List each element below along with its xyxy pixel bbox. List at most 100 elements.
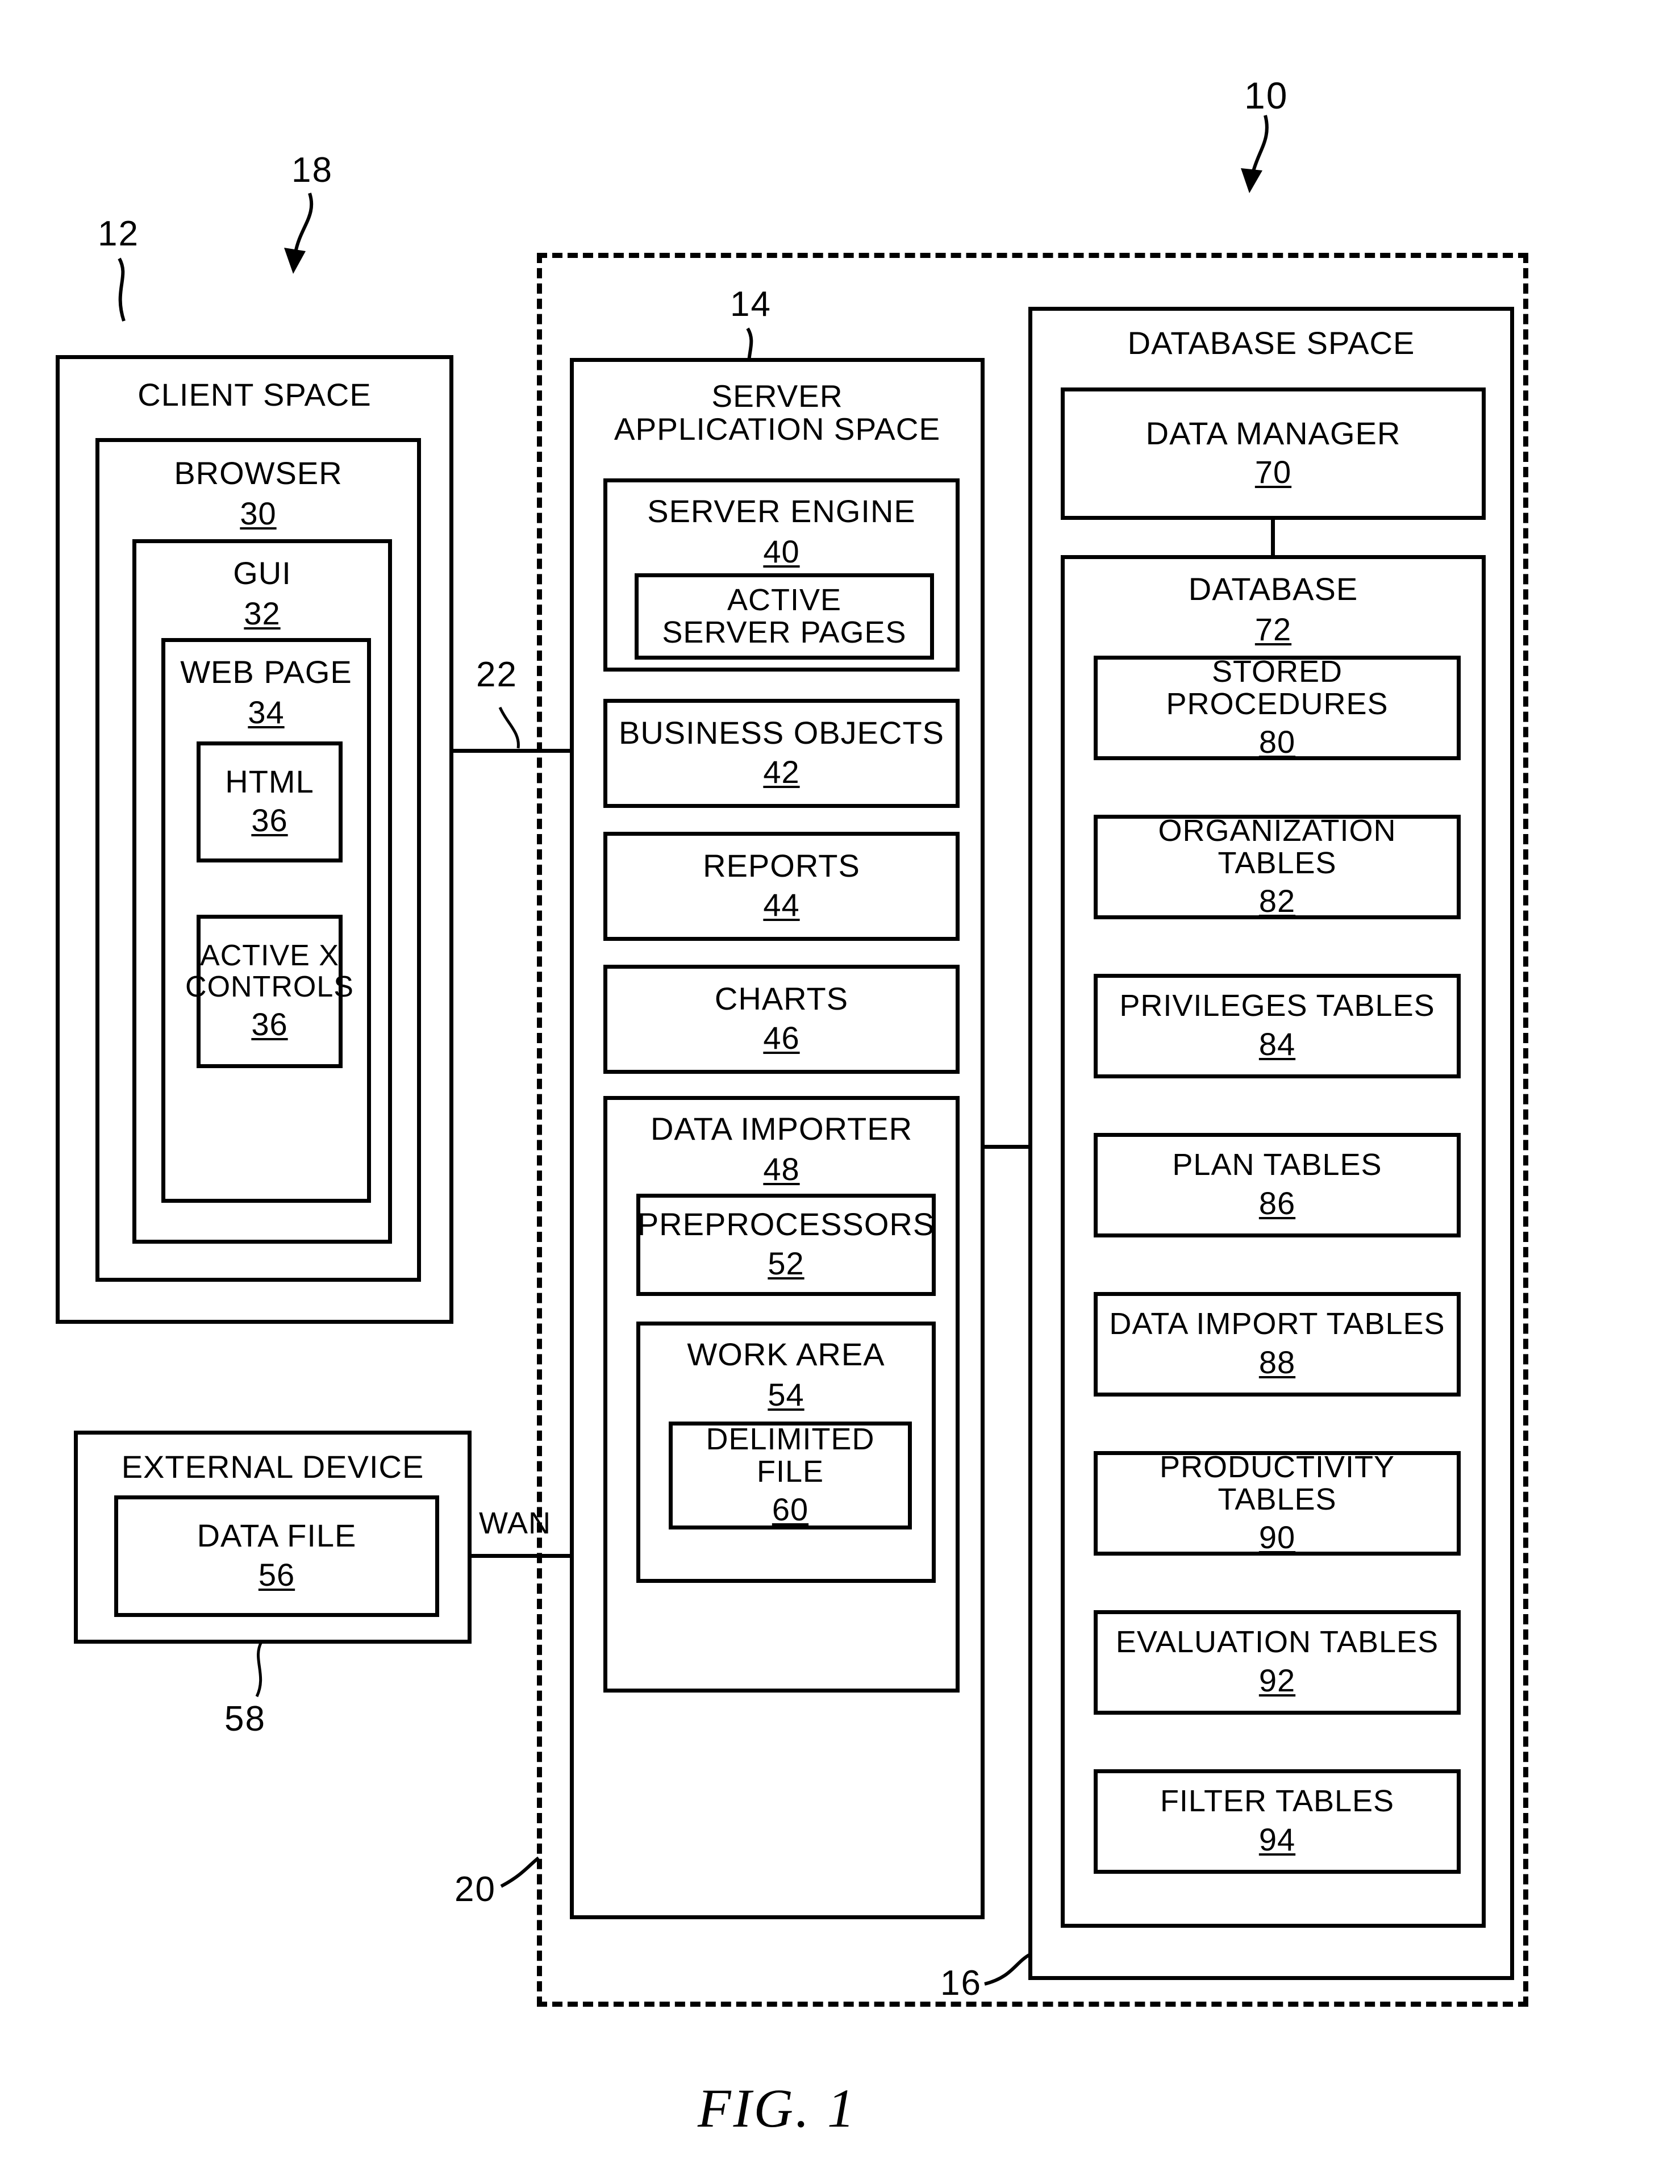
server-application-space-title: SERVER APPLICATION SPACE <box>614 378 941 447</box>
database-space-title: DATABASE SPACE <box>1127 325 1415 361</box>
gui-box: GUI 32 WEB PAGE 34 HTML 36 ACTIVE X CONT… <box>132 539 392 1244</box>
database-table-num: 92 <box>1258 1662 1296 1698</box>
preprocessors-box: PREPROCESSORS 52 <box>636 1194 936 1296</box>
database-table-num: 86 <box>1258 1185 1296 1221</box>
web-page-title: WEB PAGE <box>180 654 352 690</box>
leader-arrow-18 <box>284 193 314 274</box>
business-objects-box: BUSINESS OBJECTS 42 <box>603 699 960 808</box>
active-server-pages-title: ACTIVE SERVER PAGES <box>662 583 907 649</box>
browser-num: 30 <box>240 495 277 531</box>
active-x-controls-title: ACTIVE X CONTROLS <box>185 939 354 1003</box>
wan-label: WAN <box>479 1506 551 1540</box>
patent-figure: 10 12 18 14 20 16 CLIENT SPACE BROWSER 3… <box>0 0 1680 2184</box>
external-device-title: EXTERNAL DEVICE <box>121 1449 424 1485</box>
server-engine-title: SERVER ENGINE <box>647 493 916 529</box>
reports-title: REPORTS <box>703 848 860 884</box>
data-importer-box: DATA IMPORTER 48 PREPROCESSORS 52 WORK A… <box>603 1096 960 1693</box>
gui-title: GUI <box>233 555 291 591</box>
leader-line-12 <box>118 257 126 322</box>
html-box: HTML 36 <box>197 741 343 862</box>
external-device-box: EXTERNAL DEVICE DATA FILE 56 <box>74 1431 472 1644</box>
server-application-space-box: SERVER APPLICATION SPACE SERVER ENGINE 4… <box>570 358 985 1919</box>
preprocessors-title: PREPROCESSORS <box>637 1206 935 1243</box>
gui-num: 32 <box>244 595 281 631</box>
client-server-connector-line <box>452 749 570 753</box>
wan-connector-line <box>470 1554 570 1558</box>
database-box: DATABASE 72 STORED PROCEDURES 80 ORGANIZAT… <box>1061 555 1486 1928</box>
database-table-num: 80 <box>1258 724 1296 760</box>
ref-label-58: 58 <box>224 1699 266 1739</box>
database-table-title: FILTER TABLES <box>1160 1784 1395 1819</box>
database-table-box: ORGANIZATION TABLES 82 <box>1094 813 1461 919</box>
delimited-file-box: DELIMITED FILE 60 <box>669 1422 912 1529</box>
database-table-title: STORED PROCEDURES <box>1166 654 1389 721</box>
database-table-box: STORED PROCEDURES 80 <box>1094 654 1461 760</box>
client-space-box: CLIENT SPACE BROWSER 30 GUI 32 WEB PAGE … <box>56 355 453 1324</box>
data-manager-num: 70 <box>1254 454 1292 490</box>
server-engine-box: SERVER ENGINE 40 ACTIVE SERVER PAGES <box>603 478 960 672</box>
web-page-box: WEB PAGE 34 HTML 36 ACTIVE X CONTROLS 36 <box>161 638 371 1203</box>
html-num: 36 <box>251 802 288 839</box>
figure-caption: FIG. 1 <box>698 2078 857 2139</box>
delimited-file-num: 60 <box>772 1491 809 1528</box>
database-space-box: DATABASE SPACE DATA MANAGER 70 DATABASE … <box>1028 307 1514 1980</box>
ref-label-22: 22 <box>476 655 518 694</box>
business-objects-num: 42 <box>763 753 800 790</box>
reports-box: REPORTS 44 <box>603 832 960 941</box>
browser-title: BROWSER <box>174 455 343 491</box>
data-importer-title: DATA IMPORTER <box>650 1111 913 1147</box>
leader-line-58 <box>255 1641 263 1698</box>
data-manager-title: DATA MANAGER <box>1145 415 1401 451</box>
data-file-num: 56 <box>258 1556 295 1593</box>
database-table-title: EVALUATION TABLES <box>1115 1625 1439 1660</box>
client-space-title: CLIENT SPACE <box>137 377 372 412</box>
web-page-num: 34 <box>248 694 285 730</box>
charts-box: CHARTS 46 <box>603 965 960 1074</box>
database-num: 72 <box>1254 611 1292 647</box>
database-table-title: PLAN TABLES <box>1172 1148 1382 1182</box>
html-title: HTML <box>225 763 314 799</box>
server-database-connector-line <box>983 1145 1030 1149</box>
charts-num: 46 <box>763 1019 800 1056</box>
ref-label-12: 12 <box>98 214 139 253</box>
database-table-num: 82 <box>1258 883 1296 919</box>
ref-label-20: 20 <box>455 1870 496 1909</box>
browser-box: BROWSER 30 GUI 32 WEB PAGE 34 HTML 36 AC… <box>95 438 421 1282</box>
ref-label-10: 10 <box>1244 74 1289 116</box>
leader-arrow-10 <box>1241 115 1269 193</box>
database-table-num: 90 <box>1258 1519 1296 1556</box>
database-table-num: 84 <box>1258 1026 1296 1062</box>
database-table-box: DATA IMPORT TABLES 88 <box>1094 1292 1461 1397</box>
database-table-title: PRIVILEGES TABLES <box>1119 989 1435 1023</box>
active-x-controls-box: ACTIVE X CONTROLS 36 <box>185 915 353 1068</box>
delimited-file-title: DELIMITED FILE <box>706 1422 875 1489</box>
database-table-box: PLAN TABLES 86 <box>1094 1133 1461 1237</box>
preprocessors-num: 52 <box>768 1245 804 1281</box>
database-table-num: 88 <box>1258 1344 1296 1380</box>
database-table-title: ORGANIZATION TABLES <box>1158 813 1396 880</box>
data-file-box: DATA FILE 56 <box>114 1495 439 1617</box>
data-file-title: DATA FILE <box>197 1518 357 1554</box>
database-table-box: PRIVILEGES TABLES 84 <box>1094 974 1461 1078</box>
business-objects-title: BUSINESS OBJECTS <box>618 715 945 751</box>
reports-num: 44 <box>763 886 800 923</box>
data-manager-box: DATA MANAGER 70 <box>1061 387 1486 520</box>
work-area-box: WORK AREA 54 DELIMITED FILE 60 <box>636 1322 936 1583</box>
database-title: DATABASE <box>1188 571 1358 607</box>
database-table-box: PRODUCTIVITY TABLES 90 <box>1094 1451 1461 1556</box>
ref-label-16: 16 <box>940 1964 982 2003</box>
work-area-num: 54 <box>768 1376 804 1412</box>
active-server-pages-box: ACTIVE SERVER PAGES <box>635 573 934 660</box>
charts-title: CHARTS <box>714 981 849 1017</box>
active-x-controls-num: 36 <box>251 1006 288 1043</box>
database-table-title: PRODUCTIVITY TABLES <box>1159 1449 1395 1516</box>
datamanager-database-connector-line <box>1271 520 1275 555</box>
database-table-box: FILTER TABLES 94 <box>1094 1769 1461 1874</box>
database-table-box: EVALUATION TABLES 92 <box>1094 1610 1461 1715</box>
server-engine-num: 40 <box>763 533 800 569</box>
database-table-num: 94 <box>1258 1821 1296 1857</box>
data-importer-num: 48 <box>763 1151 800 1187</box>
work-area-title: WORK AREA <box>687 1336 885 1372</box>
database-table-title: DATA IMPORT TABLES <box>1109 1307 1445 1341</box>
ref-label-18: 18 <box>291 151 333 190</box>
